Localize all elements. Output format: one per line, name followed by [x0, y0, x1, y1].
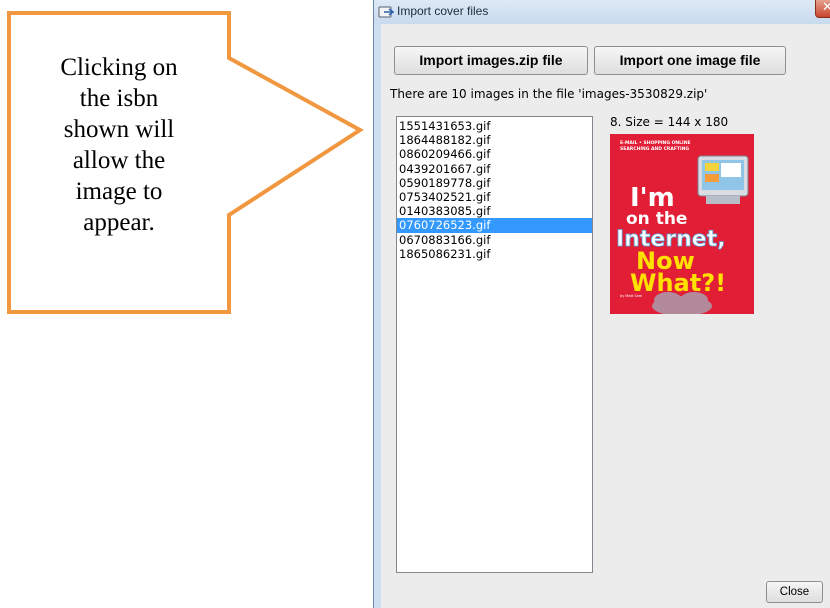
import-one-image-button[interactable]: Import one image file: [594, 46, 786, 75]
file-list-item[interactable]: 0670883166.gif: [397, 233, 592, 247]
cover-top-text-1: E-MAIL • SHOPPING ONLINE: [620, 140, 691, 146]
cover-preview-image: E-MAIL • SHOPPING ONLINE SEARCHING AND C…: [610, 134, 754, 314]
close-button[interactable]: Close: [766, 581, 823, 603]
callout-line: Clicking on: [60, 54, 178, 81]
close-icon: ✕: [822, 0, 830, 15]
file-list-item[interactable]: 0760726523.gif: [397, 218, 592, 233]
file-list-item[interactable]: 0753402521.gif: [397, 190, 592, 204]
import-icon: [378, 6, 394, 18]
cover-title-what: What?!: [630, 269, 726, 297]
file-list-item[interactable]: 1865086231.gif: [397, 247, 592, 261]
file-list-item[interactable]: 1551431653.gif: [397, 119, 592, 133]
file-list-item[interactable]: 0860209466.gif: [397, 147, 592, 161]
callout-line: the isbn: [79, 85, 159, 112]
dialog-body: Import images.zip file Import one image …: [381, 24, 830, 608]
file-list-item[interactable]: 0140383085.gif: [397, 204, 592, 218]
import-cover-dialog: Import cover files ✕ Import images.zip f…: [373, 0, 830, 608]
callout-line: shown will: [63, 116, 175, 143]
callout-line: allow the: [72, 147, 166, 174]
cover-author: by Matt Sam: [620, 294, 643, 298]
info-text: There are 10 images in the file 'images-…: [390, 87, 708, 101]
file-list-item[interactable]: 0590189778.gif: [397, 176, 592, 190]
callout-text: Clicking on the isbn shown will allow th…: [16, 52, 222, 238]
file-listbox[interactable]: 1551431653.gif 1864488182.gif 0860209466.g…: [396, 116, 593, 573]
cover-title-onthe: on the: [626, 209, 687, 229]
callout-line: appear.: [83, 209, 155, 236]
title-bar[interactable]: Import cover files ✕: [374, 0, 830, 24]
file-list-item[interactable]: 0439201667.gif: [397, 162, 592, 176]
file-list-item[interactable]: 1864488182.gif: [397, 133, 592, 147]
book-cover-art: E-MAIL • SHOPPING ONLINE SEARCHING AND C…: [610, 134, 754, 314]
size-label: 8. Size = 144 x 180: [610, 115, 729, 129]
callout-line: image to: [75, 178, 163, 205]
dialog-title: Import cover files: [397, 4, 489, 18]
callout: Clicking on the isbn shown will allow th…: [0, 0, 380, 330]
import-zip-button[interactable]: Import images.zip file: [394, 46, 588, 75]
cover-top-text-2: SEARCHING AND CRAFTING: [620, 146, 689, 152]
window-close-button[interactable]: ✕: [815, 0, 830, 18]
